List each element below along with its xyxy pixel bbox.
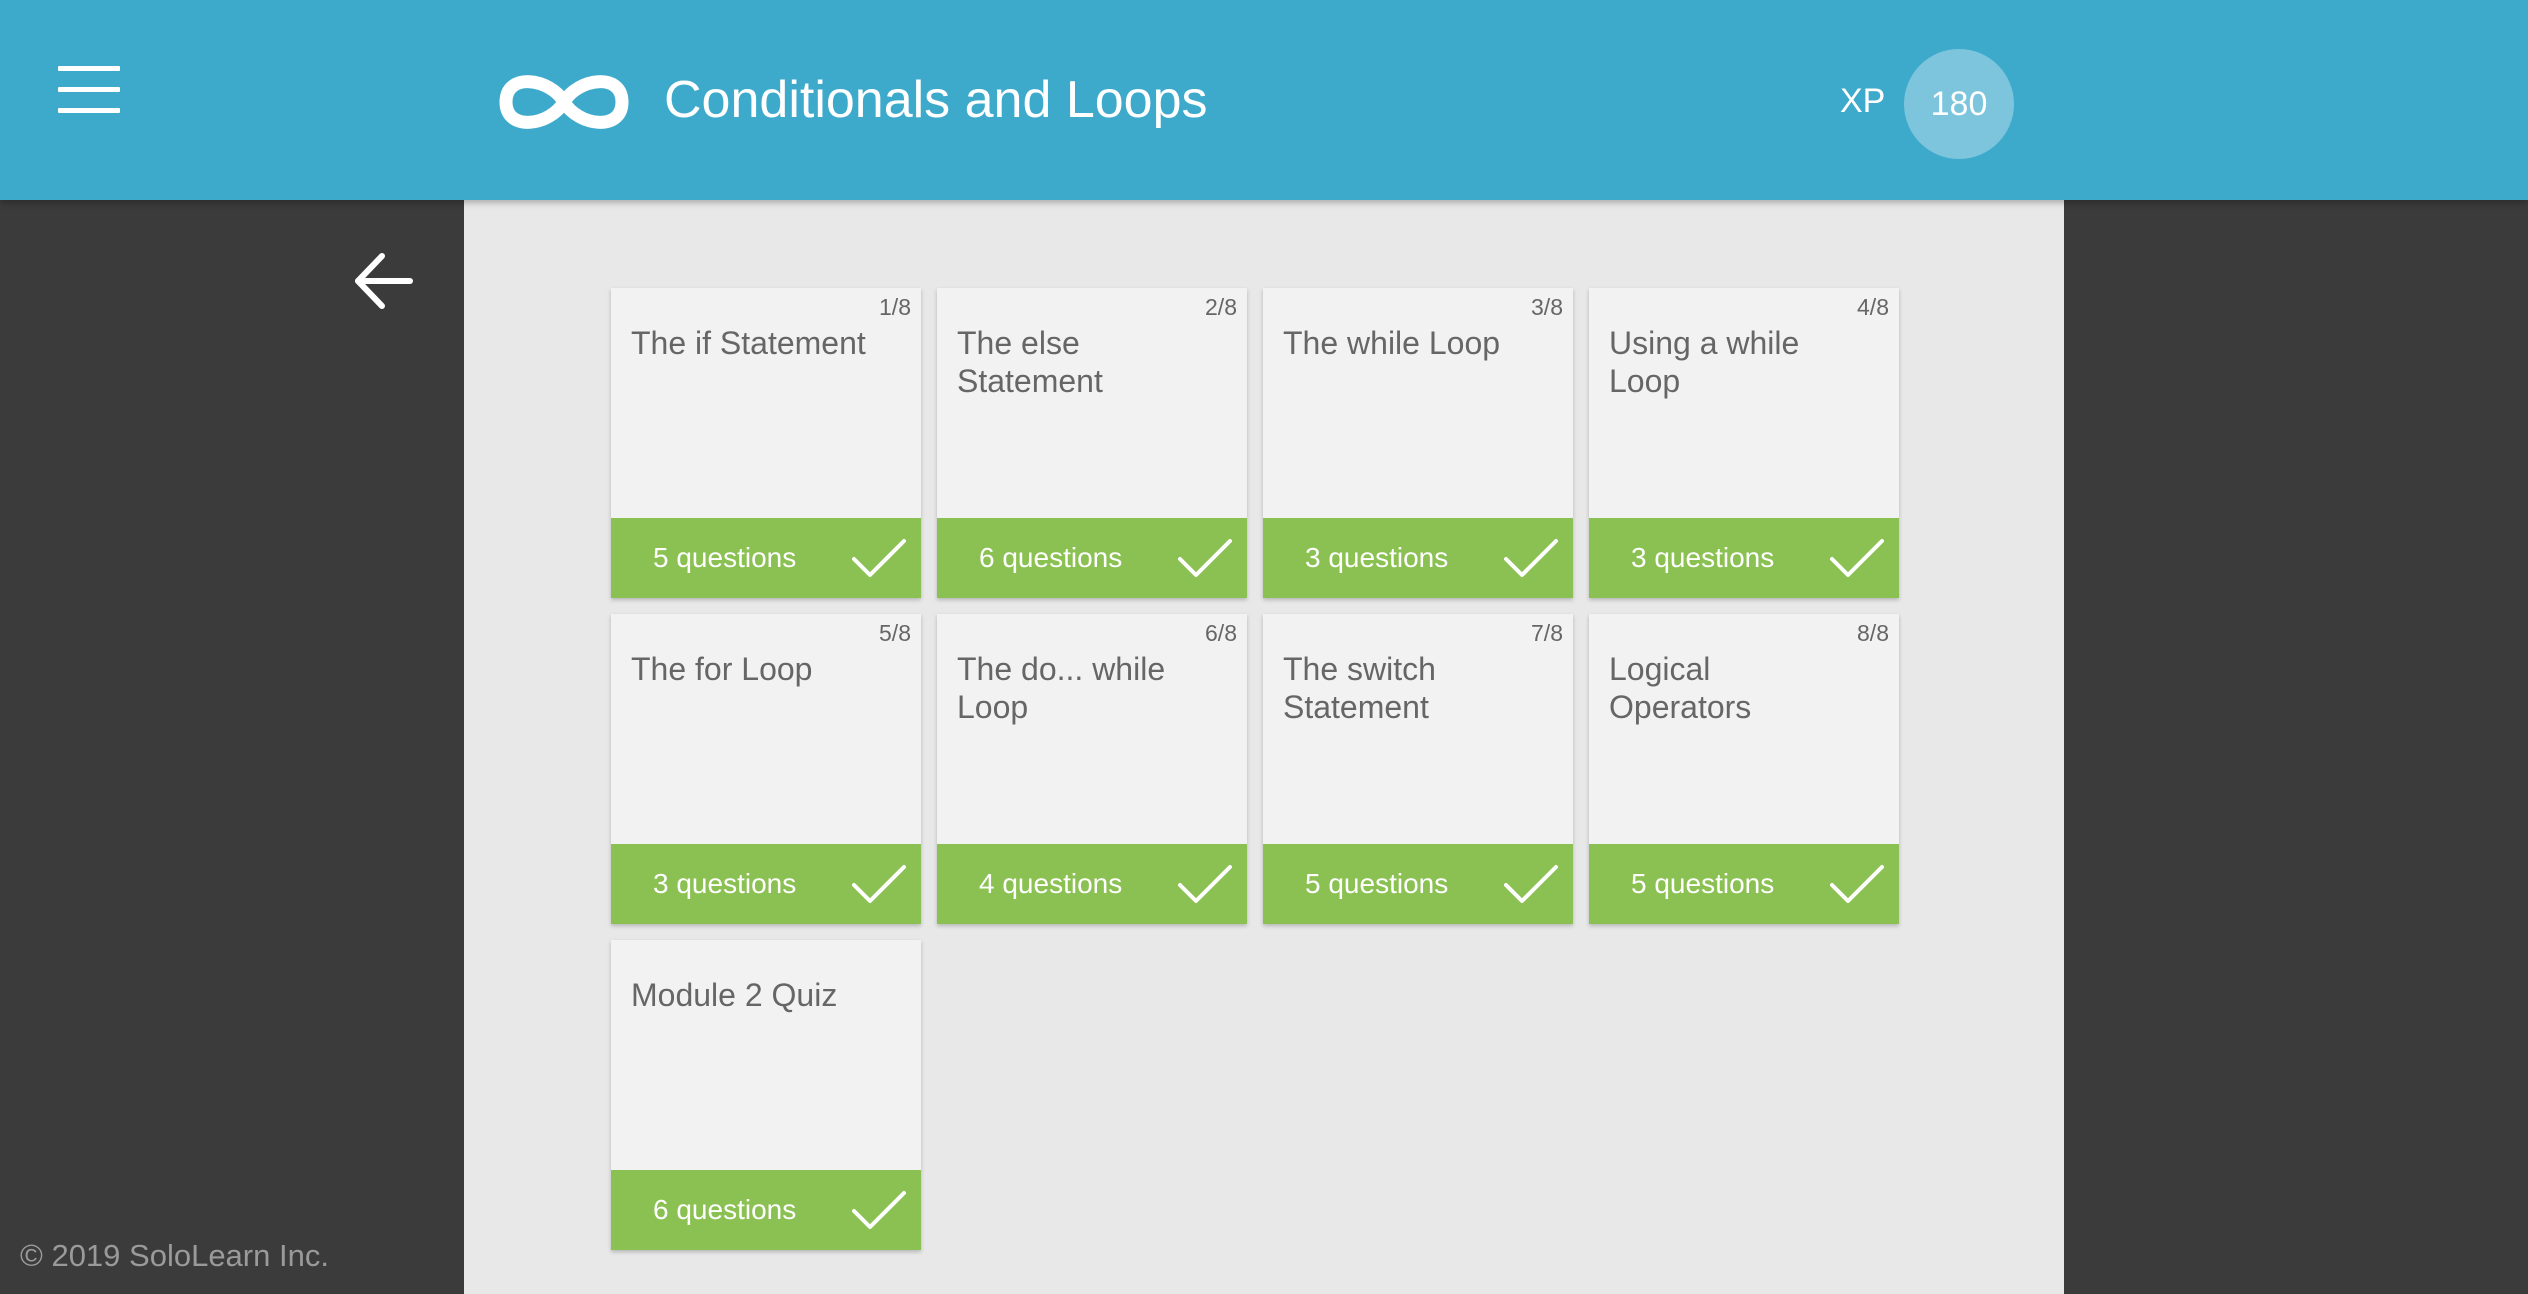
question-count: 6 questions [979, 542, 1123, 573]
checkmark-icon [1504, 865, 1558, 903]
lesson-footer-complete: 3 questions [611, 844, 921, 924]
lesson-footer-complete: 5 questions [1589, 844, 1899, 924]
hamburger-menu-icon[interactable] [58, 66, 122, 116]
lesson-card-the-for-loop[interactable]: 5/8 The for Loop 3 questions [611, 614, 921, 924]
checkmark-icon [1178, 539, 1232, 577]
xp-label: XP [1840, 82, 1886, 120]
lesson-number: 3/8 [1531, 294, 1563, 320]
checkmark-icon [852, 1191, 906, 1229]
lesson-number: 2/8 [1205, 294, 1237, 320]
lesson-number: 1/8 [879, 294, 911, 320]
lesson-footer-complete: 6 questions [937, 518, 1247, 598]
lesson-card-the-switch-statement[interactable]: 7/8 The switch Statement 5 questions [1263, 614, 1573, 924]
checkmark-icon [1830, 539, 1884, 577]
lesson-title: The else Statement [957, 325, 1103, 399]
lesson-number: 8/8 [1857, 620, 1889, 646]
lesson-title: The for Loop [631, 651, 813, 687]
lesson-footer-complete: 3 questions [1589, 518, 1899, 598]
lesson-card-using-a-while-loop[interactable]: 4/8 Using a while Loop 3 questions [1589, 288, 1899, 598]
question-count: 5 questions [1631, 868, 1775, 899]
lesson-number: 6/8 [1205, 620, 1237, 646]
lesson-footer-complete: 5 questions [1263, 844, 1573, 924]
lesson-footer-complete: 4 questions [937, 844, 1247, 924]
lesson-title: Logical Operators [1609, 651, 1752, 725]
lesson-title: Using a while Loop [1609, 325, 1800, 399]
top-bar: Conditionals and Loops XP 180 [0, 0, 2528, 200]
lesson-footer-complete: 5 questions [611, 518, 921, 598]
checkmark-icon [1178, 865, 1232, 903]
lesson-number: 4/8 [1857, 294, 1889, 320]
question-count: 3 questions [1631, 542, 1775, 573]
lesson-footer-complete: 6 questions [611, 1170, 921, 1250]
lesson-card-the-if-statement[interactable]: 1/8 The if Statement 5 questions [611, 288, 921, 598]
lesson-card-the-else-statement[interactable]: 2/8 The else Statement 6 questions [937, 288, 1247, 598]
checkmark-icon [852, 865, 906, 903]
checkmark-icon [1504, 539, 1558, 577]
question-count: 6 questions [653, 1194, 797, 1225]
lesson-title: Module 2 Quiz [631, 977, 838, 1013]
infinity-logo-icon[interactable] [494, 62, 634, 142]
question-count: 4 questions [979, 868, 1123, 899]
lesson-grid: 1/8 The if Statement 5 questions 2/8 The els… [464, 200, 2064, 1294]
arrow-left-icon[interactable] [350, 248, 416, 314]
checkmark-icon [852, 539, 906, 577]
checkmark-icon [1830, 865, 1884, 903]
lesson-number: 7/8 [1531, 620, 1563, 646]
lesson-card-module-2-quiz[interactable]: Module 2 Quiz 6 questions [611, 940, 921, 1250]
lesson-footer-complete: 3 questions [1263, 518, 1573, 598]
copyright-text: © 2019 SoloLearn Inc. [20, 1238, 329, 1273]
lesson-card-the-while-loop[interactable]: 3/8 The while Loop 3 questions [1263, 288, 1573, 598]
lesson-number: 5/8 [879, 620, 911, 646]
xp-badge[interactable]: 180 [1904, 49, 2014, 159]
question-count: 3 questions [653, 868, 797, 899]
lesson-title: The if Statement [631, 325, 866, 361]
lesson-title: The do... while Loop [957, 651, 1166, 725]
lesson-title: The while Loop [1283, 325, 1501, 361]
lesson-card-the-do-while-loop[interactable]: 6/8 The do... while Loop 4 questions [937, 614, 1247, 924]
lesson-title: The switch Statement [1283, 651, 1436, 725]
question-count: 3 questions [1305, 542, 1449, 573]
question-count: 5 questions [653, 542, 797, 573]
lesson-card-logical-operators[interactable]: 8/8 Logical Operators 5 questions [1589, 614, 1899, 924]
question-count: 5 questions [1305, 868, 1449, 899]
page-title: Conditionals and Loops [664, 71, 1208, 129]
